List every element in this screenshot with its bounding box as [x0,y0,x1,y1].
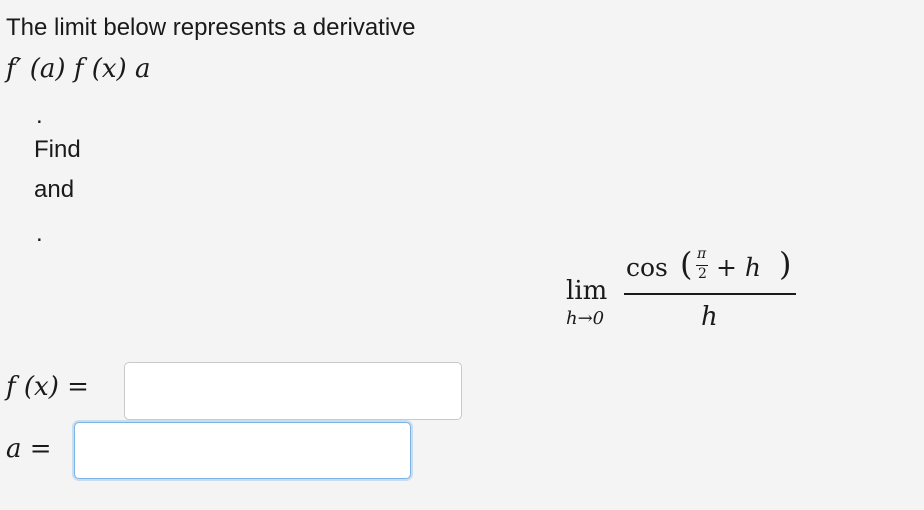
question-intro: The limit below represents a derivative [6,14,416,41]
question-dot-1: . [36,102,43,129]
a-label: a = [6,434,52,464]
question-and: and [34,176,75,203]
limit-paren-left: ( [680,245,693,283]
fx-label: f (x) = [6,372,89,402]
limit-pi: π [697,246,707,262]
question-math-line: f′ (a) f (x) a [6,54,151,84]
limit-paren-right: ) [779,245,792,283]
limit-plus-h: + h [716,253,761,282]
a-input[interactable] [74,422,411,479]
limit-denominator: h [701,302,718,332]
limit-cos: cos [626,253,668,282]
limit-expression: lim h→0 cos ( π 2 + h ) h [560,245,800,335]
question-dot-2: . [36,220,43,247]
limit-fraction-line [624,293,796,295]
limit-two: 2 [698,266,707,282]
limit-subscript: h→0 [566,308,605,329]
question-find: Find [34,136,81,163]
fx-input[interactable] [124,362,462,420]
limit-lim: lim [566,276,608,306]
